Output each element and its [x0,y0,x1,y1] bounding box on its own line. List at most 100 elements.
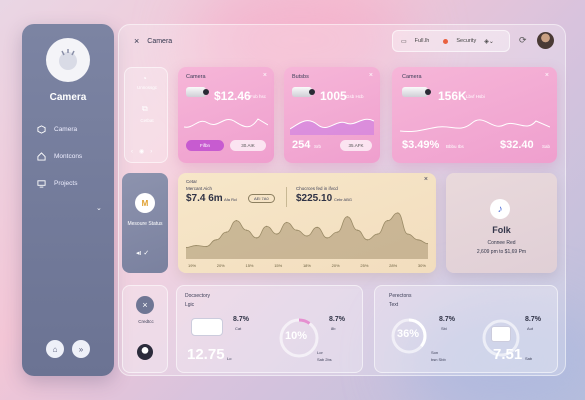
metric-badge[interactable]: AEI 7A0 [248,194,275,203]
camera-icon [186,87,209,97]
data-point [407,233,409,235]
data-point [286,221,288,224]
primary-button[interactable]: Fifbn [186,140,224,151]
data-point [276,233,278,235]
sidebar-item-montcons[interactable]: Montcons [36,151,82,161]
home-icon [36,151,46,161]
close-icon[interactable]: × [424,176,428,183]
bottom-side-card: × Credtcc [122,285,168,373]
sidebar: Camera Camera Montcons Projects ⌄ ⌂ » [22,24,114,376]
folk-title: Folk [492,225,511,235]
x-tick-label: 15% [274,263,283,268]
avatar[interactable] [46,38,90,82]
camera-icon [292,87,315,97]
user-avatar[interactable] [537,32,554,49]
pct-b-sub: Aut [527,326,534,331]
data-point [306,235,308,237]
folk-line1: Connee Red [487,240,516,246]
donut-sub2: Sab 2bs [317,357,332,362]
donut-sub2: bsn Sbb [431,357,446,362]
data-point [225,231,227,233]
x-tick-label: 15% [245,263,254,268]
close-icon[interactable]: × [263,72,267,79]
camera-card-2[interactable]: Butsbs × 1005 Gsb Hcb 254 Srb 35.AFK [284,67,380,163]
chart-title: Cetar [186,179,198,184]
donut-value: 36% [397,328,420,340]
sidebar-item-projects[interactable]: Projects [36,178,77,188]
donut-value: 10% [285,330,308,342]
card-pct-sub: Bbbu Ibs [446,144,464,149]
close-icon[interactable]: × [369,72,373,79]
status-card[interactable]: M Mesoure Status ◂ı ✓ [122,173,168,273]
divider [286,187,287,207]
card-title: Perectons [389,293,412,299]
pill-fullh[interactable]: Full.lh [415,38,430,44]
card-amount: $32.40 [500,139,534,151]
folk-line2: 2,609 pm to $1,69 Pm [476,249,527,255]
sparkline [184,118,268,128]
clock-icon[interactable]: ◔ [142,74,147,83]
status-badge: M [135,193,155,213]
folk-card[interactable]: ♪ Folk Connee Red 2,609 pm to $1,69 Pm [446,173,557,273]
card-value: 156K [438,89,467,103]
bottom-card-2: Perectons Text 36% 8.7% Sbi Son bsn Sbb … [374,285,558,373]
data-point [417,239,419,241]
tag-icon[interactable]: ⧉ [142,104,148,114]
card-value: $12.46 [214,89,251,103]
volume-icon[interactable]: ◂ı ✓ [136,249,149,257]
data-point [266,225,268,227]
pager-icons[interactable]: ‹◉› [131,148,158,155]
big-value-sub: Lo [227,356,232,361]
close-icon[interactable]: × [134,36,139,46]
music-note-icon: ♪ [490,199,510,219]
data-point [326,237,328,239]
x-tick-label: 30% [417,263,426,268]
close-icon[interactable]: × [545,72,549,79]
chevron-down-icon[interactable]: ⌄ [96,204,102,212]
pill-security[interactable]: Security [456,38,476,44]
data-point [255,237,258,239]
x-tick-label: 20% [331,263,340,268]
secondary-button[interactable]: 30.AIK [230,140,266,151]
card-amount-sub: Sab [542,144,551,149]
refresh-icon[interactable]: ⟳ [519,35,527,46]
sidebar-item-camera[interactable]: Camera [36,124,77,134]
data-point [296,229,298,231]
data-point [346,216,348,218]
sparkline [400,119,550,132]
card-title: Camera [402,74,422,80]
camera-card-1[interactable]: Camera × $12.46 Fob hsc Fifbn 30.AIK [178,67,274,163]
pct-a: 8.7% [439,316,455,323]
x-tick-label: 18% [302,263,311,268]
home-icon: ⌂ [52,344,58,354]
metric2-sub: Cebr ABG [334,197,353,202]
metric-badge-text: AEI 7A0 [254,196,269,201]
close-button[interactable]: × [136,296,154,314]
header-toolbar: ▭ Full.lh Security ◈⌄ [392,30,510,52]
metric1-label: Mercant Aich [186,186,213,191]
camera-card-3[interactable]: Camera × 156K Lbvf Hsbi $3.49% Bbbu Ibs … [392,67,557,163]
data-point [376,233,379,235]
card-subtitle: Text [389,302,399,308]
forward-button[interactable]: » [72,340,90,358]
avatar[interactable] [137,344,153,360]
header: × Camera [134,36,172,46]
data-point [397,212,399,214]
side-small-label: Credtcc [138,319,154,324]
secondary-button[interactable]: 35.AFK [340,140,372,151]
x-tick-label: 20% [216,263,225,268]
donut-sub: Lor [317,350,323,355]
data-point [235,220,238,222]
card-value-sub: Gsb Hcb [346,94,364,99]
mini-item-label: Cetbat [140,118,154,123]
bottom-card-1: Docsectory Lgic 8.7% Cat 12.75 Lo 10% 8.… [176,285,363,373]
area-chart [186,212,428,259]
sidebar-item-label: Projects [54,179,78,187]
x-tick-label: 28% [389,263,398,268]
card-bottom-sub: Srb [314,144,322,149]
shield-icon[interactable]: ◈⌄ [484,38,494,45]
home-button[interactable]: ⌂ [46,340,64,358]
card-value-sub: Lbvf Hsbi [466,94,485,99]
big-value: 12.75 [187,346,225,363]
page-title: Camera [147,37,173,45]
